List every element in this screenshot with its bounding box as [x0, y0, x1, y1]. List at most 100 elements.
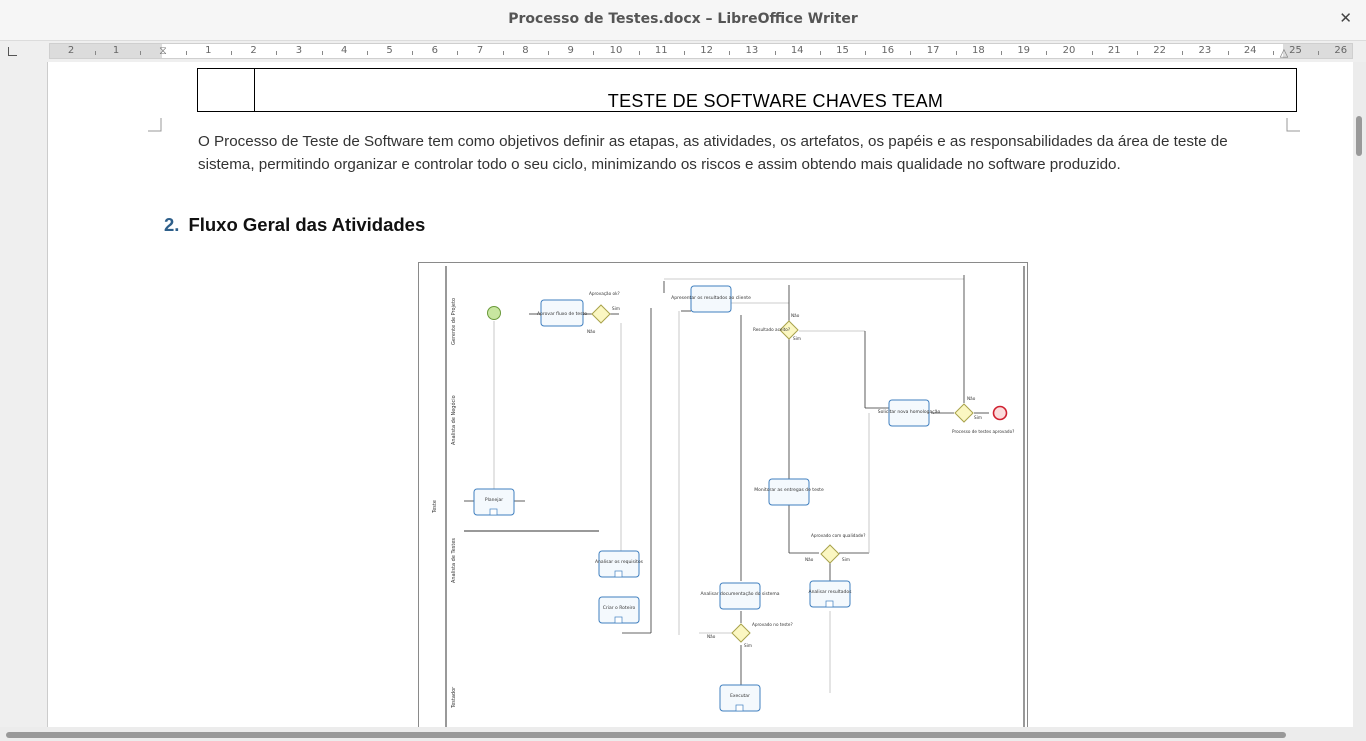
horizontal-scrollbar[interactable] — [0, 727, 1366, 741]
ruler-label: 2 — [67, 45, 75, 56]
gateway-label: Sim — [793, 336, 801, 341]
ruler-label: 7 — [476, 45, 484, 56]
gateway-label: Não — [967, 396, 976, 401]
crop-mark — [148, 118, 162, 132]
ruler-tick — [457, 51, 459, 55]
ruler-tick — [230, 51, 232, 55]
ruler-label: 5 — [386, 45, 393, 56]
ruler-tick — [1272, 51, 1274, 55]
end-event-icon — [992, 405, 1008, 421]
horizontal-scrollbar-thumb[interactable] — [6, 732, 1286, 738]
ruler-tick — [729, 51, 731, 55]
gateway-label: Sim — [974, 415, 982, 420]
ruler-tick — [683, 51, 685, 55]
ruler-label: 22 — [1153, 45, 1166, 56]
task-label: Criar o Roteiro — [603, 605, 636, 611]
window-title: Processo de Testes.docx – LibreOffice Wr… — [508, 11, 858, 27]
lane-label: Teste — [432, 500, 438, 514]
ruler-tick — [185, 51, 187, 55]
task-label: Executar — [730, 693, 750, 699]
section-title: Fluxo Geral das Atividades — [188, 214, 426, 235]
ruler-label: 11 — [654, 45, 668, 56]
start-event-icon — [487, 306, 501, 320]
ruler-tick — [548, 51, 550, 55]
ruler-label: 17 — [926, 45, 940, 56]
close-icon[interactable]: ✕ — [1339, 9, 1352, 27]
ruler-label: 6 — [431, 45, 438, 56]
ruler-label: 9 — [567, 45, 574, 56]
gateway-label: Sim — [842, 557, 850, 562]
ruler-label: 13 — [745, 45, 759, 56]
ruler-label: 20 — [1062, 45, 1076, 56]
header-title: TESTE DE SOFTWARE CHAVES TEAM — [607, 91, 944, 111]
ruler-label: 14 — [790, 45, 804, 56]
task-label: Analisar documentação do sistema — [700, 591, 779, 597]
gateway-label: Sim — [744, 643, 752, 648]
lane-label: Testador — [451, 686, 457, 709]
ruler-tick — [638, 51, 640, 55]
ruler-label: 12 — [700, 45, 713, 56]
task-label: Apresentar os resultados ao cliente — [671, 295, 751, 301]
ruler-label: 19 — [1017, 45, 1031, 56]
ruler-label: 3 — [295, 45, 303, 56]
ruler-tick — [1091, 51, 1093, 55]
ruler-tick — [774, 51, 776, 55]
tab-stop-selector-icon[interactable] — [8, 47, 17, 56]
ruler-left-margin — [50, 44, 162, 58]
lane-label: Analista de Testes — [451, 538, 457, 583]
gateway-label: Aprovação ok? — [589, 291, 620, 296]
ruler-label: 26 — [1334, 45, 1348, 56]
gateway-label: Sim — [612, 306, 620, 311]
gateway-label: Não — [805, 557, 814, 562]
vertical-scrollbar[interactable] — [1353, 62, 1366, 727]
ruler-tick — [1227, 51, 1229, 55]
ruler-label: 21 — [1107, 45, 1121, 56]
task-label: Solicitar nova homologação — [878, 409, 941, 415]
ruler-tick — [412, 51, 414, 55]
lane-label: Gerente de Projeto — [451, 298, 457, 345]
ruler-label: 23 — [1198, 45, 1212, 56]
ruler-label: 15 — [836, 45, 849, 56]
ruler-tick — [140, 51, 142, 55]
horizontal-ruler[interactable]: ⧖ △ 2 1 1 2 3 4 5 6 7 8 9 10 11 12 13 14 15 16 17 18 19 20 2… — [49, 43, 1353, 59]
right-indent-marker-icon[interactable]: △ — [1280, 46, 1288, 58]
ruler-row: ⧖ △ 2 1 1 2 3 4 5 6 7 8 9 10 11 12 13 14 15 16 17 18 19 20 2… — [0, 41, 1366, 61]
indent-marker-icon[interactable]: ⧖ — [159, 44, 167, 58]
lane-label: Analista de Negócio — [450, 395, 457, 445]
ruler-label: 18 — [972, 45, 985, 56]
ruler-label: 10 — [609, 45, 623, 56]
header-table: TESTE DE SOFTWARE CHAVES TEAM — [197, 68, 1297, 112]
ruler-tick — [1046, 51, 1048, 55]
vertical-scrollbar-thumb[interactable] — [1356, 116, 1362, 156]
ruler-label: 16 — [881, 45, 895, 56]
title-bar: Processo de Testes.docx – LibreOffice Wr… — [0, 0, 1366, 41]
ruler-tick — [502, 51, 504, 55]
ruler-label: 1 — [112, 45, 120, 56]
ruler-label: 2 — [250, 45, 257, 56]
ruler-tick — [955, 51, 957, 55]
task-label: Analisar os requisitos — [595, 559, 644, 565]
task-label: Monitorar as entregas de teste — [754, 487, 824, 493]
section-number: 2. — [164, 214, 180, 235]
ruler-label: 24 — [1243, 45, 1257, 56]
crop-mark — [1286, 118, 1300, 132]
ruler-label: 4 — [341, 45, 348, 56]
gateway-label: Aprovado com qualidade? — [811, 533, 865, 538]
ruler-tick — [1136, 51, 1138, 55]
ruler-tick — [366, 51, 368, 55]
gateway-label: Resultado aceito? — [753, 327, 790, 332]
bpmn-diagram[interactable]: Gerente de Projeto Analista de Negócio T… — [418, 262, 1028, 727]
ruler-tick — [1001, 51, 1003, 55]
document-page[interactable]: TESTE DE SOFTWARE CHAVES TEAM O Processo… — [47, 62, 1354, 727]
task-label: Planejar — [485, 497, 503, 503]
gateway-label: Processo de testes aprovado? — [952, 429, 1014, 434]
ruler-tick — [276, 51, 278, 55]
task-label: Aprovar fluxo de teste — [537, 311, 587, 317]
ruler-tick — [321, 51, 323, 55]
section-heading: 2. Fluxo Geral das Atividades — [164, 214, 425, 236]
left-margin-area — [0, 62, 47, 727]
ruler-tick — [819, 51, 821, 55]
ruler-tick — [910, 51, 912, 55]
gateway-label: Aprovado no teste? — [752, 622, 793, 627]
gateway-label: Não — [587, 329, 596, 334]
